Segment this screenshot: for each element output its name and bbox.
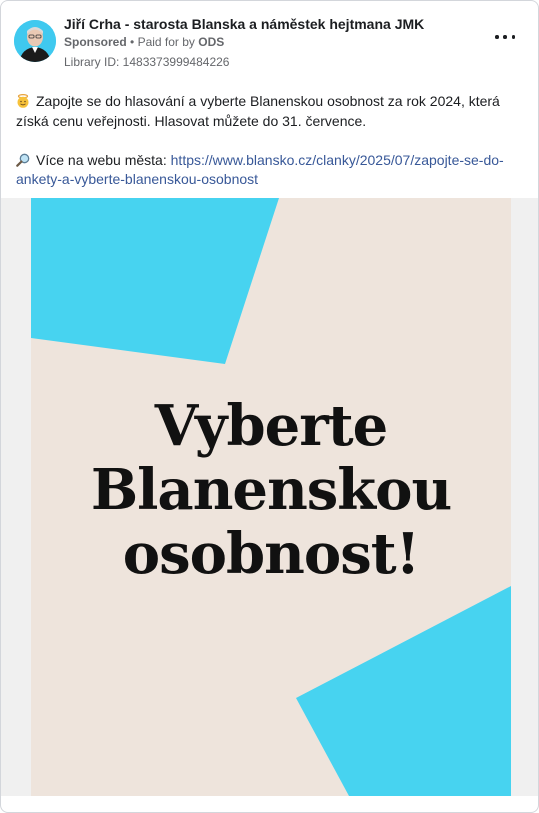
poster-headline: Vyberte Blanenskou osobnost! [31, 394, 511, 586]
sponsored-meta: Sponsored • Paid for by ODS [64, 35, 224, 49]
poster-line-2: Blanenskou [90, 457, 452, 523]
more-info-label: Více na webu města: [36, 151, 167, 168]
library-id: Library ID: 1483373999484226 [64, 55, 230, 69]
magnifier-emoji-icon [16, 153, 30, 167]
post-paragraph-1: Zapojte se do hlasování a vyberte Blanen… [16, 92, 526, 131]
poster-line-1: Vyberte [154, 393, 389, 459]
post-header: Jiří Crha - starosta Blanska a náměstek … [14, 16, 525, 70]
paid-by-name[interactable]: ODS [198, 35, 224, 49]
meta-separator: • [130, 35, 135, 49]
paid-prefix: Paid for by [137, 35, 195, 49]
post-text-line1: Zapojte se do hlasování a vyberte Blanen… [16, 93, 500, 129]
post-text: Zapojte se do hlasování a vyberte Blanen… [16, 92, 526, 190]
poster-shape-bottom [296, 586, 511, 796]
sponsored-label: Sponsored [64, 35, 127, 49]
post-paragraph-2: Více na webu města: https://www.blansko.… [16, 151, 526, 190]
ad-card: Jiří Crha - starosta Blanska a náměstek … [0, 0, 539, 813]
author-avatar[interactable] [14, 20, 56, 62]
more-options-icon[interactable] [495, 30, 515, 44]
paid-for-by: Paid for by ODS [138, 35, 225, 49]
poster-image: Vyberte Blanenskou osobnost! [31, 198, 511, 796]
author-name[interactable]: Jiří Crha - starosta Blanska a náměstek … [64, 16, 424, 32]
angel-emoji-icon [16, 94, 30, 108]
poster-line-3: osobnost! [122, 521, 420, 587]
poster-shape-top [31, 198, 279, 364]
ad-media[interactable]: Vyberte Blanenskou osobnost! [1, 198, 538, 796]
